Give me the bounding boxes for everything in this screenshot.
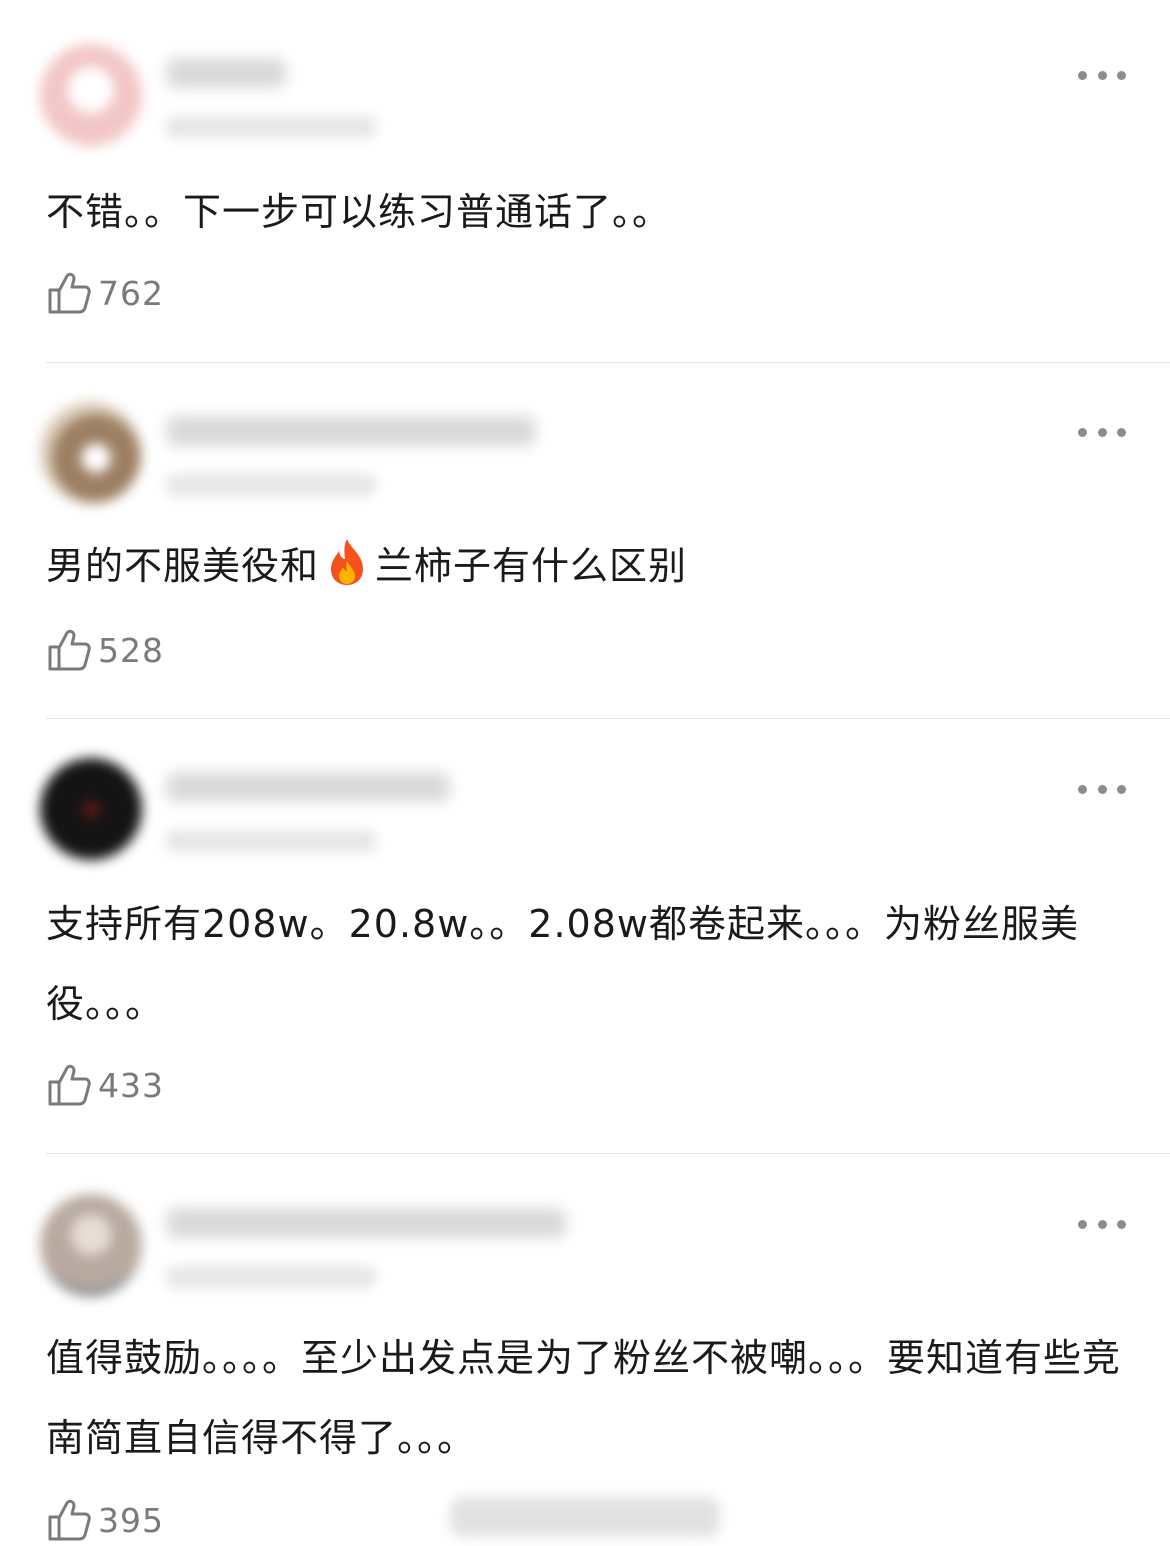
comment-text: 男的不服美役和 兰柿子有什么区别	[46, 526, 1136, 606]
divider	[46, 362, 1170, 363]
like-button[interactable]: 395	[46, 1497, 164, 1543]
timestamp-blurred	[166, 830, 376, 852]
thumbs-up-icon	[48, 629, 91, 671]
timestamp-blurred	[166, 116, 376, 138]
thumbs-up-icon	[48, 1064, 91, 1106]
like-count: 395	[98, 1500, 164, 1540]
like-count: 762	[98, 273, 164, 313]
more-options-icon[interactable]	[1078, 782, 1126, 796]
comment-text-part: 兰柿子有什么区别	[375, 544, 688, 588]
username-blurred[interactable]	[166, 416, 536, 446]
username-blurred[interactable]	[166, 1208, 566, 1238]
avatar[interactable]	[40, 44, 142, 146]
avatar[interactable]	[40, 758, 142, 860]
fire-icon	[331, 539, 364, 585]
comment-text: 支持所有208w。20.8w。。2.08w都卷起来。。。为粉丝服美役。。。	[46, 902, 1079, 1026]
username-blurred[interactable]	[166, 58, 286, 88]
thumbs-up-icon	[48, 1499, 91, 1541]
like-button[interactable]: 762	[46, 270, 164, 316]
timestamp-blurred	[166, 1266, 376, 1288]
more-options-icon[interactable]	[1078, 68, 1126, 82]
watermark-blurred	[450, 1497, 720, 1537]
thumbs-up-icon	[48, 272, 91, 314]
divider	[46, 718, 1170, 719]
like-button[interactable]: 528	[46, 627, 164, 673]
comment-text: 不错。。下一步可以练习普通话了。。	[46, 190, 672, 234]
more-options-icon[interactable]	[1078, 1217, 1126, 1231]
timestamp-blurred	[166, 474, 376, 496]
more-options-icon[interactable]	[1078, 425, 1126, 439]
avatar[interactable]	[40, 1194, 142, 1296]
divider	[46, 1153, 1170, 1154]
like-count: 433	[98, 1065, 164, 1105]
username-blurred[interactable]	[166, 772, 450, 802]
like-button[interactable]: 433	[46, 1062, 164, 1108]
comment-text-part: 男的不服美役和	[46, 544, 320, 588]
comment-text: 值得鼓励。。。。至少出发点是为了粉丝不被嘲。。。要知道有些竞南简直自信得不得了。…	[46, 1336, 1122, 1460]
avatar[interactable]	[40, 402, 142, 504]
like-count: 528	[98, 630, 164, 670]
